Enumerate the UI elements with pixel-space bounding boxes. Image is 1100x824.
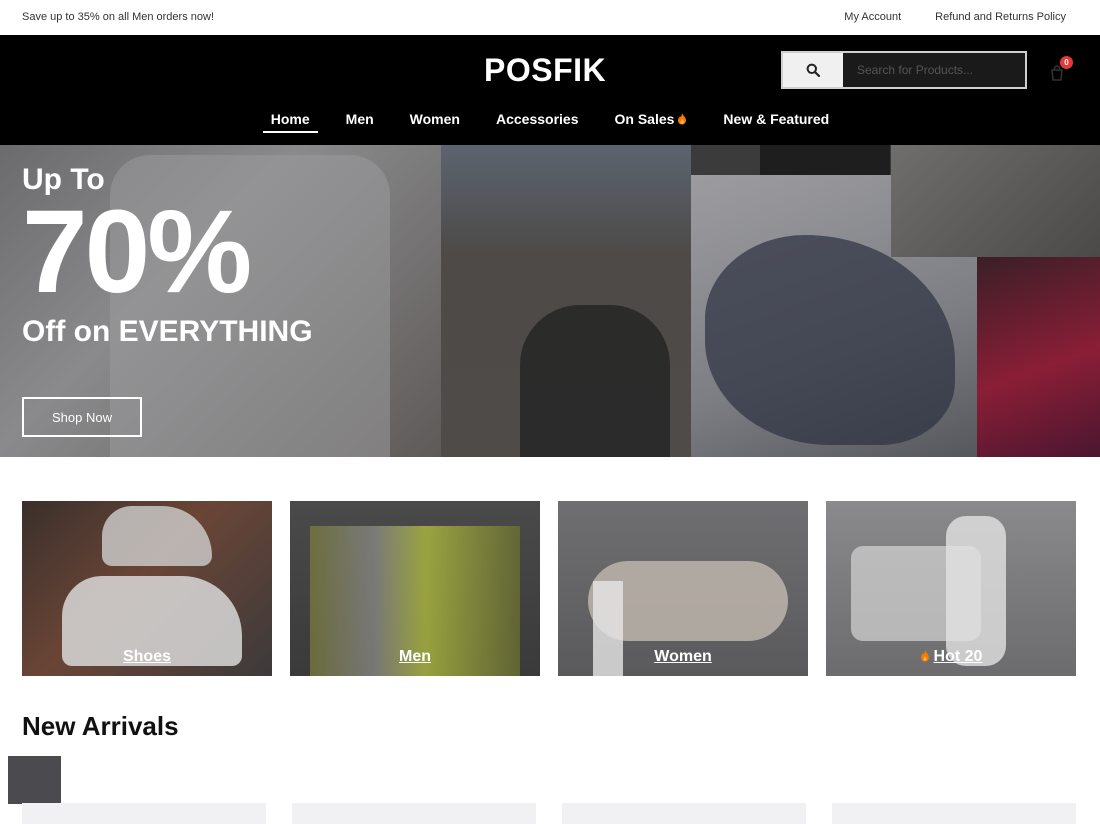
nav-item-label: Men: [345, 111, 374, 127]
category-tile-shoes[interactable]: Shoes: [22, 501, 272, 676]
hero-banner: Up To 70% Off on EVERYTHING Shop Now: [0, 145, 1100, 457]
nav-item-men[interactable]: Men: [328, 111, 392, 133]
my-account-link[interactable]: My Account: [844, 11, 901, 23]
chat-widget-button[interactable]: [8, 756, 61, 804]
category-image-accent: [946, 516, 1006, 666]
hero-line-3: Off on EVERYTHING: [22, 315, 313, 348]
hero-text: Up To 70% Off on EVERYTHING: [22, 163, 313, 349]
product-card[interactable]: [292, 803, 536, 824]
category-label: Shoes: [122, 648, 171, 665]
category-grid: Shoes Men Women Hot 20: [22, 501, 1076, 676]
search-button[interactable]: [783, 53, 843, 87]
category-tile-hot-20[interactable]: Hot 20: [826, 501, 1076, 676]
promo-text: Save up to 35% on all Men orders now!: [22, 11, 215, 23]
hero-discount: 70%: [22, 186, 252, 318]
nav-item-on-sales[interactable]: On Sales: [597, 111, 706, 133]
nav-item-label: New & Featured: [723, 111, 830, 127]
top-links: My Account Refund and Returns Policy: [844, 11, 1066, 23]
category-label: Hot 20: [826, 648, 1076, 666]
nav-item-home[interactable]: Home: [253, 111, 328, 133]
nav-item-women[interactable]: Women: [392, 111, 478, 133]
site-logo[interactable]: POSFIK: [484, 52, 606, 89]
shop-now-button[interactable]: Shop Now: [22, 397, 142, 437]
nav-item-label: On Sales: [614, 111, 675, 127]
cart-count-badge: 0: [1060, 56, 1073, 69]
hero-photo-red-shoe: [977, 257, 1100, 457]
nav-item-label: Accessories: [495, 111, 579, 127]
category-image-accent: [102, 506, 212, 566]
site-header: POSFIK 0 Home Men Women Accessories On S…: [0, 35, 1100, 145]
product-card[interactable]: [562, 803, 806, 824]
main-nav: Home Men Women Accessories On Sales New …: [0, 111, 1100, 133]
top-bar: Save up to 35% on all Men orders now! My…: [0, 0, 1100, 35]
nav-item-new-featured[interactable]: New & Featured: [705, 111, 847, 133]
category-label-text: Hot 20: [933, 648, 983, 665]
search-bar: [781, 51, 1027, 89]
product-card[interactable]: [22, 803, 266, 824]
flame-icon: [678, 113, 687, 125]
nav-item-label: Home: [270, 111, 310, 127]
flame-icon: [920, 650, 929, 662]
product-grid: [22, 803, 1076, 824]
nav-item-label: Women: [409, 111, 460, 127]
search-input[interactable]: [843, 53, 1025, 87]
category-tile-women[interactable]: Women: [558, 501, 808, 676]
new-arrivals-heading: New Arrivals: [22, 711, 179, 741]
search-icon: [806, 63, 820, 77]
product-card[interactable]: [832, 803, 1076, 824]
category-label: Men: [399, 648, 431, 665]
hero-photo-person: [520, 305, 670, 457]
hero-photo-dark-block: [760, 145, 890, 175]
cart-button[interactable]: 0: [1050, 56, 1073, 81]
category-tile-men[interactable]: Men: [290, 501, 540, 676]
refund-policy-link[interactable]: Refund and Returns Policy: [935, 11, 1066, 23]
hero-photo-top-right: [891, 145, 1100, 257]
category-label: Women: [654, 648, 712, 665]
nav-item-accessories[interactable]: Accessories: [478, 111, 597, 133]
